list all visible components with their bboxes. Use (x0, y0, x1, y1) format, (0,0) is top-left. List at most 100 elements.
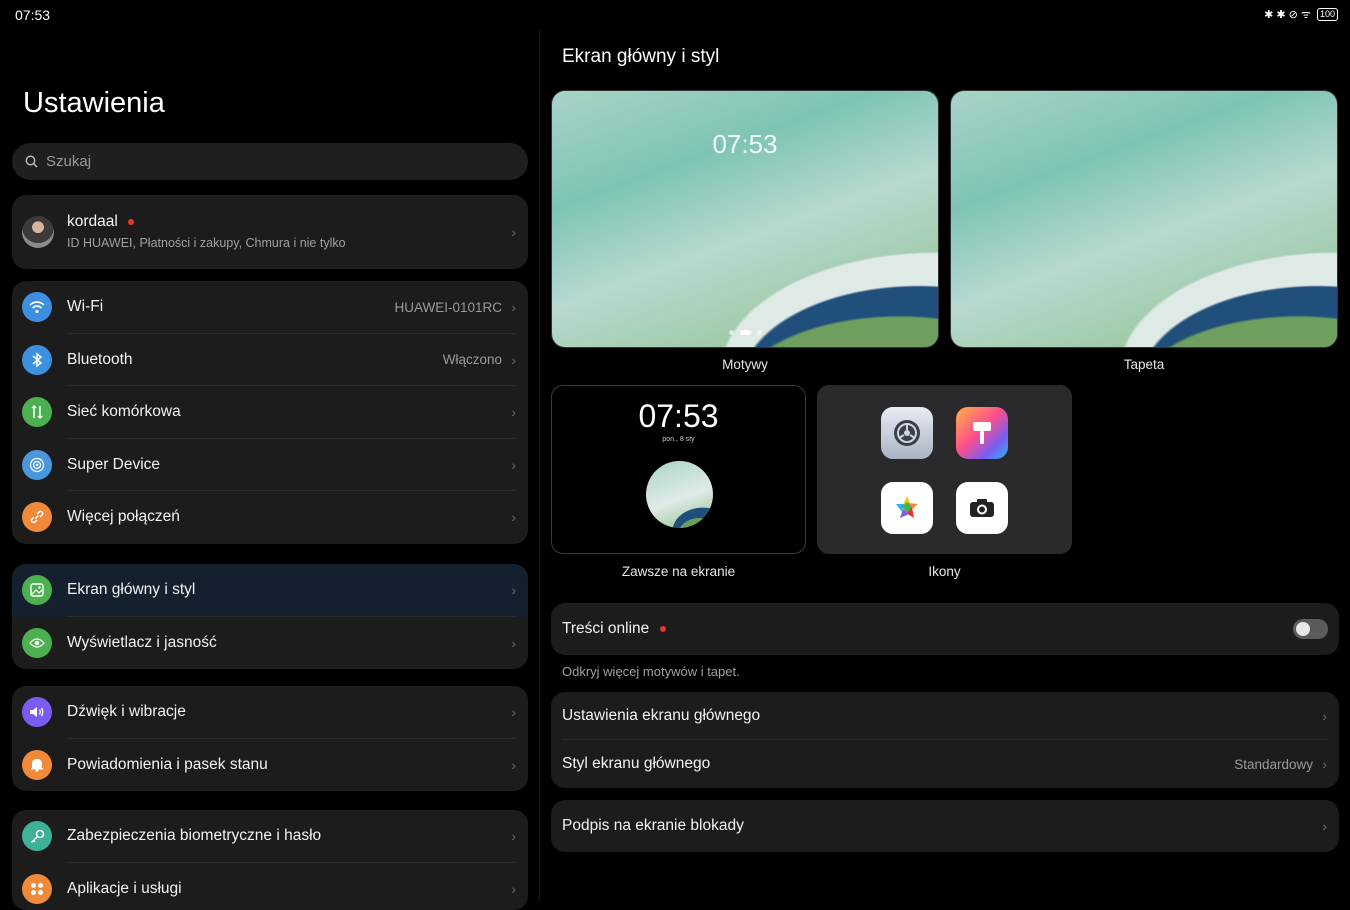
cellular-icon (22, 397, 52, 427)
page-title: Ekran główny i styl (562, 46, 719, 68)
apps-icon (22, 874, 52, 904)
lock-screen-signature-row[interactable]: Podpis na ekranie blokady › (551, 800, 1339, 852)
home-screen-style-row[interactable]: Styl ekranu głównego Standardowy › (551, 740, 1339, 788)
sound-group: Dźwięk i wibracje › Powiadomienia i pase… (12, 686, 528, 791)
sidebar-item-label: Ekran główny i styl (67, 581, 195, 599)
sidebar-item-label: Wyświetlacz i jasność (67, 634, 217, 652)
wallpaper-image (951, 91, 1337, 347)
chevron-right-icon: › (511, 881, 516, 897)
chevron-right-icon: › (511, 224, 516, 240)
chevron-right-icon: › (511, 635, 516, 651)
sidebar-item-label: Więcej połączeń (67, 508, 180, 526)
gallery-app-icon (881, 482, 933, 534)
chevron-right-icon: › (511, 582, 516, 598)
page-indicator (552, 330, 938, 335)
profile-subtitle: ID HUAWEI, Płatności i zakupy, Chmura i … (67, 236, 346, 250)
lock-screen-signature-label: Podpis na ekranie blokady (562, 817, 744, 835)
chevron-right-icon: › (1322, 708, 1327, 724)
icons-tile[interactable] (817, 385, 1072, 554)
sidebar-item-label: Powiadomienia i pasek stanu (67, 756, 268, 774)
sidebar-item-notifications[interactable]: Powiadomienia i pasek stanu › (12, 739, 528, 792)
aod-date: pon., 8 sty (552, 436, 805, 443)
bell-icon (22, 750, 52, 780)
battery-icon: 100 (1317, 8, 1338, 21)
chevron-right-icon: › (511, 509, 516, 525)
online-content-hint: Odkryj więcej motywów i tapet. (562, 664, 740, 679)
online-content-row[interactable]: Treści online (551, 603, 1339, 655)
themes-preview[interactable]: 07:53 (551, 90, 939, 348)
sidebar-item-home-style[interactable]: Ekran główny i styl › (12, 564, 528, 617)
sidebar-item-sound[interactable]: Dźwięk i wibracje › (12, 686, 528, 739)
eye-icon (22, 628, 52, 658)
home-screen-style-value: Standardowy (1234, 757, 1313, 772)
notification-dot (128, 219, 134, 225)
sidebar-item-security[interactable]: Zabezpieczenia biometryczne i hasło › (12, 810, 528, 863)
settings-app-icon (881, 407, 933, 459)
profile-row[interactable]: kordaal ID HUAWEI, Płatności i zakupy, C… (12, 195, 528, 269)
online-content-label: Treści online (562, 620, 649, 638)
lock-signature-card: Podpis na ekranie blokady › (551, 800, 1339, 852)
sidebar-item-label: Super Device (67, 456, 160, 474)
app-title: Ustawienia (23, 87, 165, 120)
search-icon (25, 155, 38, 168)
home-style-icon (22, 575, 52, 605)
wallpaper-preview[interactable] (950, 90, 1338, 348)
themes-app-icon (956, 407, 1008, 459)
notification-dot (660, 626, 666, 632)
status-indicator-icons: ✱ ✱ ⊘ ᯤ (1264, 7, 1311, 22)
search-input[interactable]: Szukaj (12, 143, 528, 180)
chevron-right-icon: › (511, 828, 516, 844)
bluetooth-icon (22, 345, 52, 375)
always-on-display-tile[interactable]: 07:53 pon., 8 sty (551, 385, 806, 554)
sidebar-item-label: Zabezpieczenia biometryczne i hasło (67, 827, 321, 845)
icons-label: Ikony (817, 564, 1072, 579)
chevron-right-icon: › (511, 757, 516, 773)
themes-label: Motywy (551, 357, 939, 372)
status-bar: 07:53 ✱ ✱ ⊘ ᯤ 100 (0, 0, 1350, 30)
sidebar-item-more-connections[interactable]: Więcej połączeń › (12, 491, 528, 544)
sidebar-item-label: Bluetooth (67, 351, 133, 369)
home-screen-card: Ustawienia ekranu głównego › Styl ekranu… (551, 692, 1339, 788)
super-device-icon (22, 450, 52, 480)
sidebar-item-label: Aplikacje i usługi (67, 880, 182, 898)
chevron-right-icon: › (1322, 818, 1327, 834)
key-icon (22, 821, 52, 851)
search-placeholder: Szukaj (46, 153, 91, 170)
sidebar-item-bluetooth[interactable]: Bluetooth Włączono › (12, 334, 528, 387)
chevron-right-icon: › (511, 704, 516, 720)
sidebar-item-label: Wi-Fi (67, 298, 103, 316)
online-content-toggle[interactable] (1293, 619, 1328, 639)
security-group: Zabezpieczenia biometryczne i hasło › Ap… (12, 810, 528, 910)
wifi-icon (22, 292, 52, 322)
home-screen-settings-label: Ustawienia ekranu głównego (562, 707, 760, 725)
chevron-right-icon: › (511, 352, 516, 368)
display-group: Ekran główny i styl › Wyświetlacz i jasn… (12, 564, 528, 669)
sidebar-item-cellular[interactable]: Sieć komórkowa › (12, 386, 528, 439)
chevron-right-icon: › (511, 457, 516, 473)
sidebar-item-label: Dźwięk i wibracje (67, 703, 186, 721)
home-screen-style-label: Styl ekranu głównego (562, 755, 710, 773)
aod-wallpaper-orb (646, 461, 713, 528)
aod-label: Zawsze na ekranie (551, 564, 806, 579)
sidebar-item-wifi[interactable]: Wi-Fi HUAWEI-0101RC › (12, 281, 528, 334)
camera-app-icon (956, 482, 1008, 534)
aod-time: 07:53 (552, 398, 805, 435)
wallpaper-label: Tapeta (950, 357, 1338, 372)
sidebar-item-super-device[interactable]: Super Device › (12, 439, 528, 492)
status-time: 07:53 (15, 7, 50, 23)
sound-icon (22, 697, 52, 727)
profile-name: kordaal (67, 213, 118, 231)
wifi-network-value: HUAWEI-0101RC (394, 300, 502, 315)
detail-pane: Ekran główny i styl 07:53 Motywy Tapeta … (540, 30, 1350, 900)
chevron-right-icon: › (511, 299, 516, 315)
bluetooth-state-value: Włączono (443, 352, 502, 367)
theme-clock: 07:53 (552, 129, 938, 160)
chevron-right-icon: › (1322, 756, 1327, 772)
home-screen-settings-row[interactable]: Ustawienia ekranu głównego › (551, 692, 1339, 740)
profile-card[interactable]: kordaal ID HUAWEI, Płatności i zakupy, C… (12, 195, 528, 269)
sidebar-item-apps[interactable]: Aplikacje i usługi › (12, 863, 528, 910)
sidebar-item-label: Sieć komórkowa (67, 403, 181, 421)
sidebar-item-display[interactable]: Wyświetlacz i jasność › (12, 617, 528, 670)
online-content-card: Treści online (551, 603, 1339, 655)
link-icon (22, 502, 52, 532)
